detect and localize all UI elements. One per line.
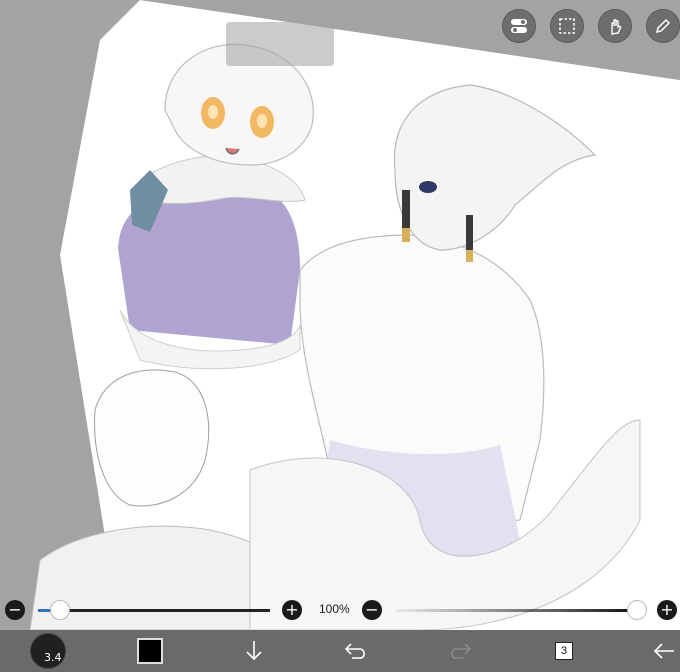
layers-icon[interactable]: 3 xyxy=(546,630,582,672)
hand-icon[interactable] xyxy=(598,9,632,43)
pen-icon[interactable] xyxy=(646,9,680,43)
redo-icon[interactable] xyxy=(442,630,478,672)
selection-icon[interactable] xyxy=(550,9,584,43)
primary-color xyxy=(137,638,163,664)
brush-size-fill xyxy=(38,609,50,612)
drawing-canvas[interactable] xyxy=(0,0,680,630)
brush-size-thumb[interactable] xyxy=(50,600,70,620)
color-swatch[interactable] xyxy=(132,630,168,672)
brush-size-track[interactable] xyxy=(38,609,270,612)
opacity-plus-button[interactable]: + xyxy=(657,600,677,620)
brush-preview-icon: 3.4 xyxy=(30,633,66,669)
brush-size-minus-button[interactable]: − xyxy=(5,600,25,620)
slider-row: − + 100% − + xyxy=(0,592,680,628)
brush-preview[interactable]: 3.4 xyxy=(28,630,68,672)
brush-size-value: 3.4 xyxy=(44,651,62,664)
layer-count: 3 xyxy=(555,642,573,660)
canvas-viewport[interactable] xyxy=(0,0,680,630)
top-toolbar xyxy=(502,9,680,43)
download-icon[interactable] xyxy=(236,630,272,672)
toggle-icon[interactable] xyxy=(502,9,536,43)
bottom-toolbar: 3.4 3 xyxy=(0,630,680,672)
opacity-minus-button[interactable]: − xyxy=(362,600,382,620)
brush-size-plus-button[interactable]: + xyxy=(282,600,302,620)
opacity-thumb[interactable] xyxy=(627,600,647,620)
status-overlay xyxy=(226,22,334,66)
undo-icon[interactable] xyxy=(338,630,374,672)
zoom-level: 100% xyxy=(319,602,350,616)
back-icon[interactable] xyxy=(648,630,680,672)
opacity-track[interactable] xyxy=(396,609,636,612)
